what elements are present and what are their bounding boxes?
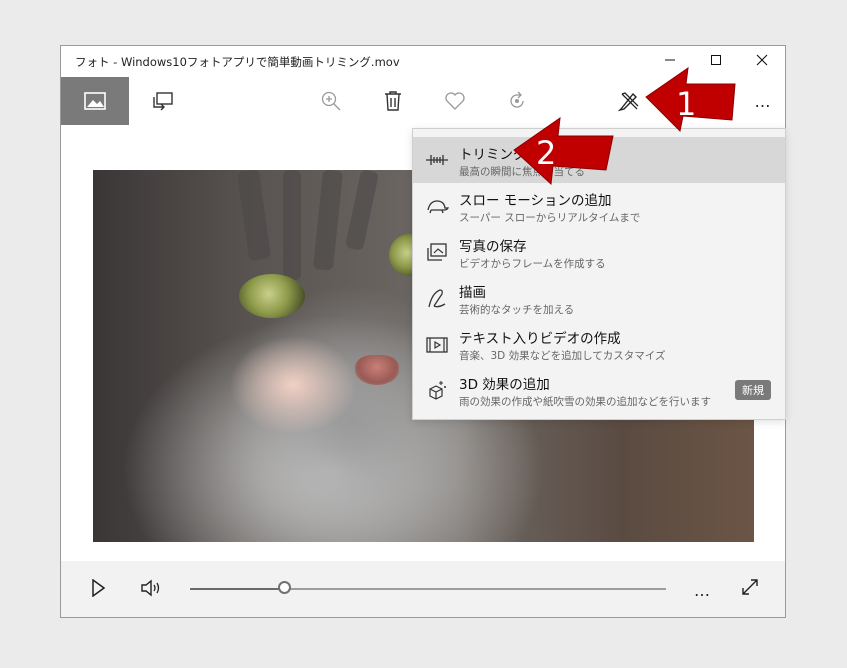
fur-stripe: [236, 170, 272, 262]
play-button[interactable]: [83, 575, 113, 605]
menu-item-title: 描画: [459, 285, 486, 301]
title-bar: フォト - Windows10フォトアプリで簡単動画トリミング.mov: [61, 46, 785, 77]
seek-progress: [190, 588, 286, 590]
zoom-icon: [320, 90, 342, 112]
more-controls-button[interactable]: …: [687, 575, 717, 605]
volume-button[interactable]: [135, 575, 169, 605]
save-photo-icon: [425, 240, 449, 264]
maximize-icon: [710, 54, 722, 70]
delete-button[interactable]: [369, 77, 417, 125]
menu-item-subtitle: 雨の効果の作成や紙吹雪の効果の追加などを行います: [459, 396, 711, 408]
menu-item-save-photo[interactable]: 写真の保存 ビデオからフレームを作成する: [413, 229, 785, 275]
new-badge: 新規: [735, 380, 771, 400]
close-icon: [756, 54, 768, 70]
picture-icon: [84, 92, 106, 110]
play-icon: [91, 578, 106, 601]
fur-stripe: [312, 170, 344, 271]
slideshow-icon: [152, 91, 174, 111]
minimize-button[interactable]: [647, 46, 693, 77]
fur-stripe: [283, 170, 301, 280]
fur-stripe: [344, 170, 380, 251]
menu-item-text-video[interactable]: テキスト入りビデオの作成 音楽、3D 効果などを追加してカスタマイズ: [413, 321, 785, 367]
zoom-button[interactable]: [307, 77, 355, 125]
menu-item-subtitle: 芸術的なタッチを加える: [459, 304, 575, 316]
minimize-icon: [664, 54, 676, 70]
menu-item-title: 3D 効果の追加: [459, 377, 550, 393]
menu-item-draw[interactable]: 描画 芸術的なタッチを加える: [413, 275, 785, 321]
3d-effects-icon: [425, 378, 449, 402]
menu-item-title: トリミング: [459, 147, 527, 163]
cat-eye: [239, 274, 305, 318]
fullscreen-button[interactable]: [735, 574, 765, 604]
share-button[interactable]: [667, 77, 715, 125]
playback-controls: …: [61, 561, 785, 617]
edit-create-icon: [618, 90, 640, 112]
menu-item-subtitle: 音楽、3D 効果などを追加してカスタマイズ: [459, 350, 666, 362]
more-options-button[interactable]: …: [739, 77, 785, 125]
seek-thumb[interactable]: [278, 581, 292, 594]
close-button[interactable]: [739, 46, 785, 77]
menu-item-title: 写真の保存: [459, 239, 527, 255]
seek-bar[interactable]: [190, 581, 666, 594]
volume-icon: [140, 579, 164, 601]
slideshow-button[interactable]: [139, 77, 187, 125]
slow-motion-icon: [425, 194, 449, 218]
edit-create-menu: トリミング 最高の瞬間に焦点を当てる スロー モーションの追加 スーパー スロー…: [412, 128, 786, 420]
maximize-button[interactable]: [693, 46, 739, 77]
text-video-icon: [425, 332, 449, 356]
more-label: …: [754, 91, 772, 111]
draw-icon: [425, 286, 449, 310]
favorite-button[interactable]: [431, 77, 479, 125]
cat-nose: [355, 355, 399, 385]
menu-item-3d-effects[interactable]: 3D 効果の追加 雨の効果の作成や紙吹雪の効果の追加などを行います 新規: [413, 367, 785, 413]
menu-item-slow-motion[interactable]: スロー モーションの追加 スーパー スローからリアルタイムまで: [413, 183, 785, 229]
menu-item-trim[interactable]: トリミング 最高の瞬間に焦点を当てる: [413, 137, 785, 183]
view-photo-button[interactable]: [61, 77, 129, 125]
share-icon: [680, 91, 702, 111]
menu-item-subtitle: 最高の瞬間に焦点を当てる: [459, 166, 585, 178]
trim-icon: [425, 148, 449, 172]
window-title: フォト - Windows10フォトアプリで簡単動画トリミング.mov: [75, 55, 400, 69]
rotate-button[interactable]: [493, 77, 541, 125]
menu-item-subtitle: スーパー スローからリアルタイムまで: [459, 212, 641, 224]
favorite-icon: [444, 91, 466, 111]
menu-item-subtitle: ビデオからフレームを作成する: [459, 258, 606, 270]
edit-create-button[interactable]: [605, 77, 653, 125]
menu-item-title: テキスト入りビデオの作成: [459, 331, 621, 347]
fullscreen-icon: [741, 578, 759, 600]
delete-icon: [383, 90, 403, 112]
toolbar: …: [61, 77, 785, 125]
rotate-icon: [506, 90, 528, 112]
menu-item-title: スロー モーションの追加: [459, 193, 612, 209]
